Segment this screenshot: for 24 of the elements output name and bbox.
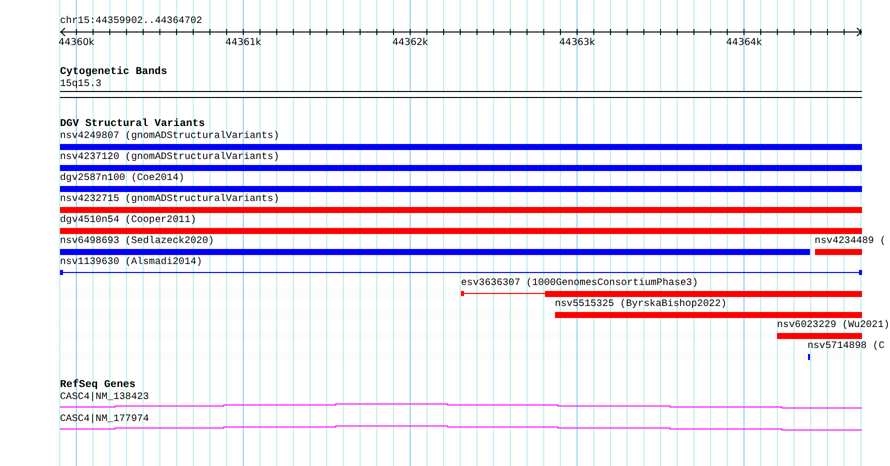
track-title: RefSeq Genes [60, 379, 136, 391]
variant-label: nsv4237120 (gnomADStructuralVariants) [60, 151, 280, 163]
variant-label: nsv6498693 (Sedlazeck2020) [60, 235, 214, 247]
track-title: Cytogenetic Bands [60, 66, 168, 78]
variant-label: nsv6023229 (Wu2021) [776, 319, 890, 331]
variant-label: dgv4510n54 (Cooper2011) [60, 214, 196, 226]
variant-label: nsv4249807 (gnomADStructuralVariants) [60, 130, 280, 142]
scale-tick-label: 44362k [392, 37, 428, 48]
variant-label: esv3636307 (1000GenomesConsortiumPhase3) [461, 277, 698, 289]
variant-label: nsv5515325 (ByrskaBishop2022) [554, 298, 727, 310]
gene-label: CASC4|NM_177974 [60, 413, 149, 425]
track-title: DGV Structural Variants [60, 118, 205, 130]
scale-tick-label: 44360k [58, 37, 94, 48]
range-label: chr15:44359902..44364702 [60, 15, 204, 27]
variant-label: nsv4232715 (gnomADStructuralVariants) [60, 193, 280, 205]
variant-label: nsv1139630 (Alsmadi2014) [60, 256, 202, 268]
band-label: 15q15.3 [60, 78, 102, 90]
gene-label: CASC4|NM_138423 [60, 391, 149, 403]
variant-label: dgv2587n100 (Coe2014) [60, 172, 184, 184]
variant-label: nsv4234489 ( [814, 235, 886, 247]
scale-tick-label: 44361k [225, 37, 262, 48]
variant-label: nsv5714898 (C [807, 340, 884, 352]
scale-tick-label: 44363k [559, 37, 595, 48]
scale-tick-label: 44364k [726, 37, 762, 48]
